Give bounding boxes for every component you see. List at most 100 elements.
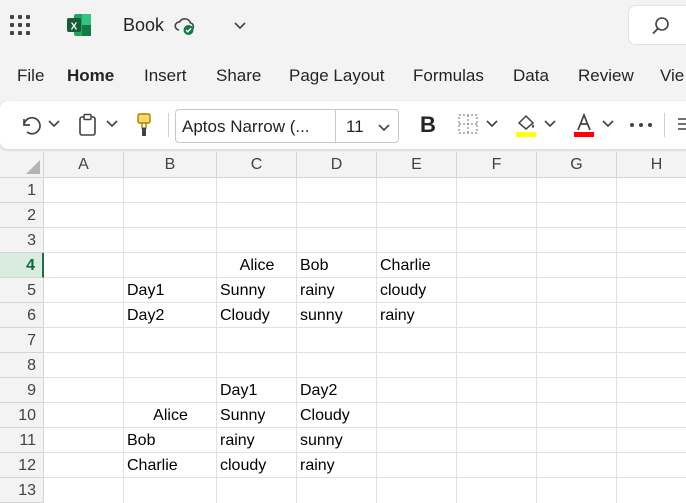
row-header-13[interactable]: 13 xyxy=(0,478,44,503)
toolbar-divider xyxy=(168,113,169,137)
column-header-h[interactable]: H xyxy=(617,152,686,178)
cell-b6[interactable]: Day2 xyxy=(124,303,217,328)
tab-data[interactable]: Data xyxy=(513,66,549,86)
cell-b12[interactable]: Charlie xyxy=(124,453,217,478)
row-header-11[interactable]: 11 xyxy=(0,428,44,453)
cell-e6[interactable]: rainy xyxy=(377,303,457,328)
cell-c11[interactable]: rainy xyxy=(217,428,297,453)
column-header-f[interactable]: F xyxy=(457,152,537,178)
row-header-3[interactable]: 3 xyxy=(0,228,44,253)
cell-d12[interactable]: rainy xyxy=(297,453,377,478)
chevron-down-icon[interactable] xyxy=(232,17,248,33)
title-bar: X Book xyxy=(0,0,686,52)
row-header-7[interactable]: 7 xyxy=(0,328,44,353)
row-header-10[interactable]: 10 xyxy=(0,403,44,428)
search-box[interactable] xyxy=(628,5,686,45)
tab-formulas[interactable]: Formulas xyxy=(413,66,484,86)
cell-d5[interactable]: rainy xyxy=(297,278,377,303)
font-color-dropdown[interactable] xyxy=(600,116,616,144)
chevron-down-icon xyxy=(486,120,498,128)
cell-c6[interactable]: Cloudy xyxy=(217,303,297,328)
cell-d9[interactable]: Day2 xyxy=(297,378,377,403)
cell-d6[interactable]: sunny xyxy=(297,303,377,328)
fill-color-button[interactable] xyxy=(514,111,538,139)
gridline xyxy=(44,227,686,228)
row-header-5[interactable]: 5 xyxy=(0,278,44,303)
row-header-4[interactable]: 4 xyxy=(0,253,44,278)
svg-text:X: X xyxy=(71,22,78,33)
search-icon xyxy=(652,17,669,35)
cell-c12[interactable]: cloudy xyxy=(217,453,297,478)
font-color-button[interactable] xyxy=(572,111,596,139)
column-header-a[interactable]: A xyxy=(44,152,124,178)
cell-c5[interactable]: Sunny xyxy=(217,278,297,303)
row-header-9[interactable]: 9 xyxy=(0,378,44,403)
format-painter-button[interactable] xyxy=(133,111,155,139)
borders-icon xyxy=(458,114,478,134)
undo-icon xyxy=(23,116,41,135)
font-name-select[interactable]: Aptos Narrow (... xyxy=(175,109,336,143)
row-header-8[interactable]: 8 xyxy=(0,353,44,378)
fill-color-dropdown[interactable] xyxy=(542,116,558,144)
column-header-d[interactable]: D xyxy=(297,152,377,178)
chevron-down-icon xyxy=(378,124,390,132)
cell-d4[interactable]: Bob xyxy=(297,253,377,278)
cell-d11[interactable]: sunny xyxy=(297,428,377,453)
tab-share[interactable]: Share xyxy=(216,66,261,86)
row-header-1[interactable]: 1 xyxy=(0,178,44,203)
select-all-icon xyxy=(26,160,40,174)
chevron-down-icon xyxy=(544,120,556,128)
row-header-12[interactable]: 12 xyxy=(0,453,44,478)
font-size-value: 11 xyxy=(346,117,364,136)
fill-bucket-icon xyxy=(516,114,536,137)
font-size-select[interactable]: 11 xyxy=(335,109,399,143)
gridline xyxy=(44,202,686,203)
cell-c9[interactable]: Day1 xyxy=(217,378,297,403)
undo-button[interactable] xyxy=(18,111,42,139)
cell-b5[interactable]: Day1 xyxy=(124,278,217,303)
tab-review[interactable]: Review xyxy=(578,66,634,86)
paste-button[interactable] xyxy=(76,111,100,139)
select-all-corner[interactable] xyxy=(0,152,44,178)
cell-b11[interactable]: Bob xyxy=(124,428,217,453)
undo-dropdown[interactable] xyxy=(46,116,62,144)
tab-file[interactable]: File xyxy=(17,66,44,86)
toolbar-divider xyxy=(664,113,665,137)
column-header-g[interactable]: G xyxy=(537,152,617,178)
excel-logo-icon: X xyxy=(67,14,91,36)
borders-button[interactable] xyxy=(456,111,480,139)
align-left-icon xyxy=(678,118,686,130)
row-header-6[interactable]: 6 xyxy=(0,303,44,328)
ribbon-toolbar: Aptos Narrow (... 11 B xyxy=(0,101,686,149)
row-header-2[interactable]: 2 xyxy=(0,203,44,228)
chevron-down-icon xyxy=(602,120,614,128)
chevron-down-icon xyxy=(106,120,118,128)
more-icon xyxy=(630,123,652,127)
cell-d10[interactable]: Cloudy xyxy=(297,403,377,428)
cell-e5[interactable]: cloudy xyxy=(377,278,457,303)
cloud-saved-icon xyxy=(174,18,195,35)
column-header-b[interactable]: B xyxy=(124,152,217,178)
column-header-e[interactable]: E xyxy=(377,152,457,178)
paste-dropdown[interactable] xyxy=(104,116,120,144)
tab-page-layout[interactable]: Page Layout xyxy=(289,66,384,86)
cell-c4[interactable]: Alice xyxy=(217,253,297,278)
align-button[interactable] xyxy=(676,111,686,139)
cell-c10[interactable]: Sunny xyxy=(217,403,297,428)
column-header-c[interactable]: C xyxy=(217,152,297,178)
tab-view[interactable]: Vie xyxy=(660,66,684,86)
workbook-title[interactable]: Book xyxy=(123,15,164,36)
font-name-value: Aptos Narrow (... xyxy=(182,117,310,136)
font-color-icon xyxy=(574,112,594,137)
borders-dropdown[interactable] xyxy=(484,116,500,144)
cell-e4[interactable]: Charlie xyxy=(377,253,457,278)
gridline xyxy=(44,352,686,353)
bold-button[interactable]: B xyxy=(420,112,436,138)
more-options-button[interactable] xyxy=(628,121,654,149)
format-painter-icon xyxy=(137,113,151,136)
tab-home[interactable]: Home xyxy=(67,66,114,86)
app-launcher-icon[interactable] xyxy=(10,15,30,35)
spreadsheet-grid: A B C D E F G H 1 2 3 4 5 6 7 8 9 10 11 … xyxy=(0,152,686,503)
tab-insert[interactable]: Insert xyxy=(144,66,187,86)
cell-b10[interactable]: Alice xyxy=(124,403,217,428)
